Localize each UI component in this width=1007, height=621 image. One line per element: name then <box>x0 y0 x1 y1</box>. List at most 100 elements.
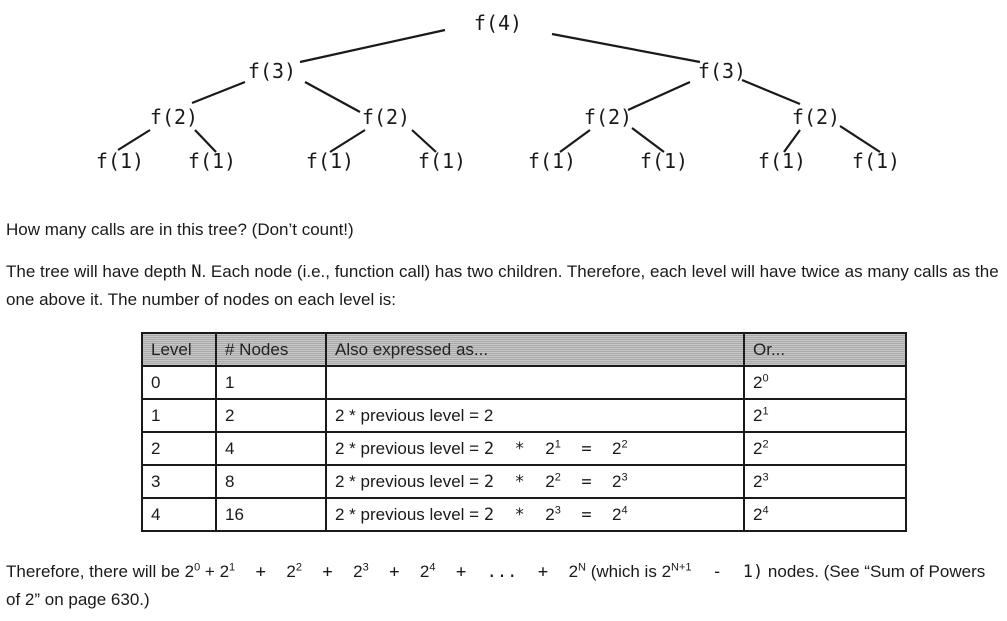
expr-prefix: 2 * previous level = <box>335 504 484 524</box>
power-exponent: 3 <box>762 470 769 483</box>
cell-level: 1 <box>141 398 217 433</box>
power-base: 2 <box>612 438 622 458</box>
tree-edge <box>117 129 151 151</box>
levels-table: Level # Nodes Also expressed as... Or...… <box>141 332 907 532</box>
tree-node-level2: f(2) <box>584 105 632 129</box>
power-base: 2 <box>184 562 195 581</box>
power-base: 2 <box>545 504 555 524</box>
question-text: How many calls are in this tree? (Don’t … <box>6 220 354 239</box>
tree-edge <box>304 81 361 113</box>
power-exponent: 0 <box>762 371 769 384</box>
cell-or: 22 <box>743 431 907 466</box>
cell-expressed: 2 * previous level = 2 <box>325 398 745 433</box>
cell-nodes: 1 <box>215 365 327 400</box>
power-base: 2 <box>353 562 363 581</box>
cell-expressed: 2 * previous level = 2 * 22 = 23 <box>325 464 745 499</box>
power-base: 2 <box>545 471 555 491</box>
power-base: 2 <box>661 562 672 581</box>
sum-operator: + <box>301 562 354 582</box>
conclusion-which-is: (which is <box>585 562 662 581</box>
expr-equals: = <box>560 504 613 525</box>
tree-node-leaf: f(1) <box>640 149 688 173</box>
expr-multiply: 2 * <box>483 471 546 492</box>
power-base: 2 <box>568 562 579 581</box>
tree-node-level1: f(3) <box>248 59 296 83</box>
tree-node-level2: f(2) <box>150 105 198 129</box>
column-header-nodes: # Nodes <box>215 332 327 367</box>
power-exponent: N <box>578 561 586 574</box>
table-row: 1 2 2 * previous level = 2 21 <box>141 398 907 433</box>
power-base: 2 <box>419 562 430 581</box>
cell-nodes: 2 <box>215 398 327 433</box>
power-exponent: 1 <box>762 404 769 417</box>
power-base: 2 <box>612 504 622 524</box>
power-exponent: N+1 <box>671 561 692 574</box>
tree-edge <box>299 28 446 64</box>
explanation-paragraph: The tree will have depth N. Each node (i… <box>6 258 1001 313</box>
table-row: 0 1 20 <box>141 365 907 400</box>
cell-expressed: 2 * previous level = 2 * 23 = 24 <box>325 497 745 532</box>
tree-edge <box>741 78 801 106</box>
tree-node-leaf: f(1) <box>852 149 900 173</box>
expr-equals: = <box>560 471 613 492</box>
tree-node-leaf: f(1) <box>96 149 144 173</box>
tree-node-level2: f(2) <box>792 105 840 129</box>
tree-node-leaf: f(1) <box>306 149 354 173</box>
expr-prefix: 2 * previous level = <box>335 471 484 491</box>
column-header-level: Level <box>141 332 217 367</box>
column-header-or: Or... <box>743 332 907 367</box>
cell-or: 24 <box>743 497 907 532</box>
expr-multiply: 2 * <box>483 504 546 525</box>
sum-operator: + <box>200 562 220 581</box>
cell-level: 2 <box>141 431 217 466</box>
expr-prefix: 2 * previous level = <box>335 438 484 458</box>
power-exponent: 2 <box>621 437 628 450</box>
expr-multiply: 2 * <box>483 438 546 459</box>
power-base: 2 <box>612 471 622 491</box>
cell-expressed: 2 * previous level = 2 * 21 = 22 <box>325 431 745 466</box>
tree-node-leaf: f(1) <box>758 149 806 173</box>
tree-node-level1: f(3) <box>698 59 746 83</box>
conclusion-paragraph: Therefore, there will be 20 + 21 + 22 + … <box>6 558 1001 613</box>
power-exponent: 2 <box>762 437 769 450</box>
recursion-tree-diagram: f(4) f(3) f(3) f(2) f(2) f(2) f(2) f(1) … <box>96 11 900 173</box>
cell-nodes: 4 <box>215 431 327 466</box>
cell-nodes: 8 <box>215 464 327 499</box>
power-base: 2 <box>545 438 555 458</box>
tree-edges <box>117 28 881 153</box>
table-row: 3 8 2 * previous level = 2 * 22 = 23 23 <box>141 464 907 499</box>
table-row: 4 16 2 * previous level = 2 * 23 = 24 24 <box>141 497 907 532</box>
table-row: 2 4 2 * previous level = 2 * 21 = 22 22 <box>141 431 907 466</box>
power-base: 2 <box>219 562 230 581</box>
column-header-expressed: Also expressed as... <box>325 332 745 367</box>
conclusion-prefix: Therefore, there will be <box>6 562 185 581</box>
cell-nodes: 16 <box>215 497 327 532</box>
tree-edge <box>191 80 246 105</box>
sum-operator: + <box>235 562 287 582</box>
power-exponent: 3 <box>621 470 628 483</box>
cell-level: 0 <box>141 365 217 400</box>
tree-node-leaf: f(1) <box>188 149 236 173</box>
variable-n: N <box>191 262 202 282</box>
tree-edge <box>627 80 691 112</box>
power-exponent: 4 <box>762 503 769 516</box>
power-exponent: 4 <box>621 503 628 516</box>
cell-or: 20 <box>743 365 907 400</box>
cell-level: 4 <box>141 497 217 532</box>
sum-operator: + ... + <box>435 562 569 582</box>
tree-node-leaf: f(1) <box>418 149 466 173</box>
tree-node-level2: f(2) <box>362 105 410 129</box>
power-base: 2 <box>286 562 296 581</box>
cell-or: 23 <box>743 464 907 499</box>
expr-equals: = <box>560 438 613 459</box>
minus-one: - 1) <box>691 562 764 582</box>
cell-or: 21 <box>743 398 907 433</box>
tree-node-leaf: f(1) <box>528 149 576 173</box>
explanation-text: The tree will have depth <box>6 262 192 281</box>
cell-level: 3 <box>141 464 217 499</box>
table-header-row: Level # Nodes Also expressed as... Or... <box>141 332 907 367</box>
tree-node-root: f(4) <box>474 11 522 35</box>
cell-expressed <box>325 365 745 400</box>
sum-operator: + <box>368 562 420 582</box>
tree-edge <box>551 32 701 64</box>
